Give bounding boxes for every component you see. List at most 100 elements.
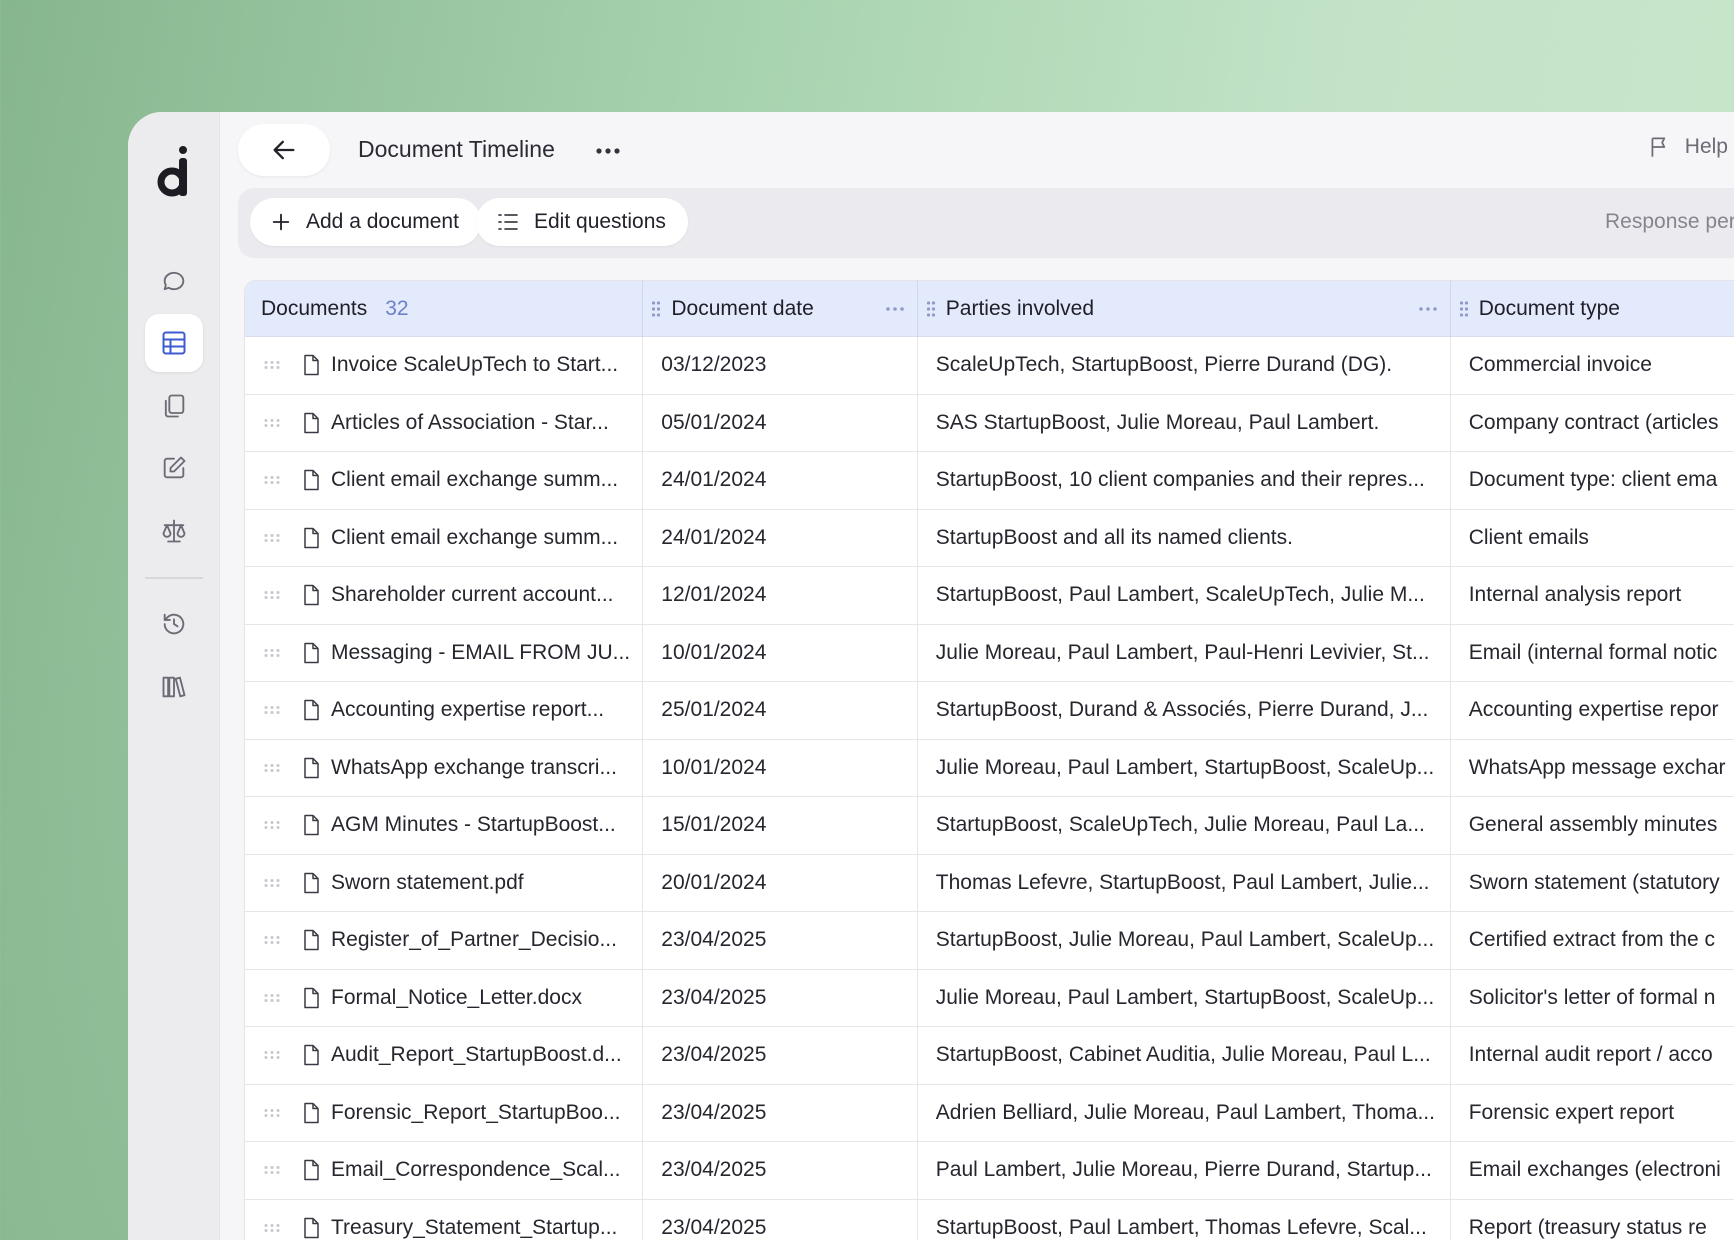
cell-document-type[interactable]: Forensic expert report <box>1451 1085 1734 1142</box>
column-drag-icon[interactable] <box>926 300 936 318</box>
cell-document-type[interactable]: General assembly minutes <box>1451 797 1734 854</box>
cell-document-date[interactable]: 23/04/2025 <box>643 1199 918 1240</box>
cell-document-name[interactable]: Shareholder current account... <box>245 567 644 624</box>
header-document-type[interactable]: Document type <box>1451 281 1734 337</box>
cell-document-date[interactable]: 10/01/2024 <box>643 624 918 681</box>
cell-document-type[interactable]: Client emails <box>1451 510 1734 567</box>
cell-document-type[interactable]: WhatsApp message exchar <box>1451 740 1734 797</box>
row-drag-icon[interactable] <box>263 418 281 428</box>
table-row[interactable]: Forensic_Report_StartupBoo... 23/04/2025… <box>245 1084 1734 1142</box>
cell-document-type[interactable]: Report (treasury status re <box>1451 1200 1734 1240</box>
cell-parties[interactable]: StartupBoost, Cabinet Auditia, Julie Mor… <box>918 1027 1451 1084</box>
cell-document-name[interactable]: Email_Correspondence_Scal... <box>245 1142 644 1199</box>
cell-document-type[interactable]: Certified extract from the c <box>1451 912 1734 969</box>
row-drag-icon[interactable] <box>263 935 281 945</box>
cell-document-date[interactable]: 23/04/2025 <box>643 912 918 969</box>
cell-parties[interactable]: Julie Moreau, Paul Lambert, StartupBoost… <box>918 969 1451 1026</box>
cell-document-date[interactable]: 03/12/2023 <box>643 337 918 394</box>
cell-document-name[interactable]: Client email exchange summ... <box>245 509 644 566</box>
cell-document-date[interactable]: 23/04/2025 <box>643 1027 918 1084</box>
cell-parties[interactable]: StartupBoost, ScaleUpTech, Julie Moreau,… <box>918 797 1451 854</box>
cell-document-name[interactable]: Audit_Report_StartupBoost.d... <box>245 1027 644 1084</box>
table-row[interactable]: Client email exchange summ... 24/01/2024… <box>245 452 1734 510</box>
table-row[interactable]: WhatsApp exchange transcri... 10/01/2024… <box>245 739 1734 797</box>
header-documents[interactable]: Documents 32 <box>245 281 644 337</box>
table-row[interactable]: Shareholder current account... 12/01/202… <box>245 567 1734 625</box>
cell-document-type[interactable]: Internal analysis report <box>1451 567 1734 624</box>
cell-document-name[interactable]: Messaging - EMAIL FROM JU... <box>245 624 644 681</box>
cell-parties[interactable]: Thomas Lefevre, StartupBoost, Paul Lambe… <box>918 854 1451 911</box>
header-parties-involved[interactable]: Parties involved <box>918 281 1451 337</box>
cell-parties[interactable]: StartupBoost, Paul Lambert, ScaleUpTech,… <box>918 567 1451 624</box>
row-drag-icon[interactable] <box>263 1165 281 1175</box>
cell-document-type[interactable]: Email (internal formal notic <box>1451 625 1734 682</box>
table-row[interactable]: Accounting expertise report... 25/01/202… <box>245 682 1734 740</box>
row-drag-icon[interactable] <box>263 1108 281 1118</box>
table-row[interactable]: Messaging - EMAIL FROM JU... 10/01/2024 … <box>245 624 1734 682</box>
row-drag-icon[interactable] <box>263 533 281 543</box>
cell-document-name[interactable]: Formal_Notice_Letter.docx <box>245 969 644 1026</box>
add-document-button[interactable]: Add a document <box>250 198 481 246</box>
cell-parties[interactable]: StartupBoost, Paul Lambert, Thomas Lefev… <box>918 1199 1451 1240</box>
row-drag-icon[interactable] <box>263 590 281 600</box>
cell-document-date[interactable]: 10/01/2024 <box>643 739 918 796</box>
cell-document-date[interactable]: 25/01/2024 <box>643 682 918 739</box>
row-drag-icon[interactable] <box>263 1050 281 1060</box>
cell-document-date[interactable]: 20/01/2024 <box>643 854 918 911</box>
rail-edit-button[interactable] <box>145 439 203 497</box>
cell-document-name[interactable]: Articles of Association - Star... <box>245 394 644 451</box>
cell-parties[interactable]: Julie Moreau, Paul Lambert, StartupBoost… <box>918 739 1451 796</box>
table-row[interactable]: Articles of Association - Star... 05/01/… <box>245 394 1734 452</box>
rail-documents-button[interactable] <box>145 377 203 435</box>
rail-chat-button[interactable] <box>145 252 203 310</box>
row-drag-icon[interactable] <box>263 360 281 370</box>
cell-parties[interactable]: Adrien Belliard, Julie Moreau, Paul Lamb… <box>918 1084 1451 1141</box>
cell-document-type[interactable]: Document type: client ema <box>1451 452 1734 509</box>
rail-library-button[interactable] <box>145 658 203 716</box>
cell-document-date[interactable]: 24/01/2024 <box>643 509 918 566</box>
cell-parties[interactable]: StartupBoost and all its named clients. <box>918 509 1451 566</box>
table-row[interactable]: Register_of_Partner_Decisio... 23/04/202… <box>245 912 1734 970</box>
row-drag-icon[interactable] <box>263 648 281 658</box>
cell-document-name[interactable]: Sworn statement.pdf <box>245 854 644 911</box>
cell-document-type[interactable]: Accounting expertise repor <box>1451 682 1734 739</box>
cell-document-type[interactable]: Company contract (articles <box>1451 395 1734 452</box>
cell-document-name[interactable]: Register_of_Partner_Decisio... <box>245 912 644 969</box>
table-row[interactable]: Email_Correspondence_Scal... 23/04/2025 … <box>245 1142 1734 1200</box>
cell-document-type[interactable]: Internal audit report / acco <box>1451 1027 1734 1084</box>
cell-document-name[interactable]: AGM Minutes - StartupBoost... <box>245 797 644 854</box>
cell-document-type[interactable]: Solicitor's letter of formal n <box>1451 970 1734 1027</box>
help-button[interactable]: Help <box>1647 134 1728 160</box>
table-row[interactable]: Invoice ScaleUpTech to Start... 03/12/20… <box>245 337 1734 395</box>
cell-document-date[interactable]: 24/01/2024 <box>643 452 918 509</box>
title-more-button[interactable] <box>592 138 624 164</box>
table-row[interactable]: Audit_Report_StartupBoost.d... 23/04/202… <box>245 1027 1734 1085</box>
table-row[interactable]: Treasury_Statement_Startup... 23/04/2025… <box>245 1199 1734 1240</box>
cell-parties[interactable]: SAS StartupBoost, Julie Moreau, Paul Lam… <box>918 394 1451 451</box>
cell-document-type[interactable]: Commercial invoice <box>1451 337 1734 394</box>
row-drag-icon[interactable] <box>263 763 281 773</box>
row-drag-icon[interactable] <box>263 820 281 830</box>
table-row[interactable]: Client email exchange summ... 24/01/2024… <box>245 509 1734 567</box>
cell-document-type[interactable]: Sworn statement (statutory <box>1451 855 1734 912</box>
cell-document-name[interactable]: WhatsApp exchange transcri... <box>245 739 644 796</box>
column-menu-icon[interactable] <box>885 297 905 327</box>
rail-history-button[interactable] <box>145 595 203 653</box>
cell-document-name[interactable]: Accounting expertise report... <box>245 682 644 739</box>
table-row[interactable]: AGM Minutes - StartupBoost... 15/01/2024… <box>245 797 1734 855</box>
cell-document-name[interactable]: Invoice ScaleUpTech to Start... <box>245 337 644 394</box>
row-drag-icon[interactable] <box>263 993 281 1003</box>
cell-parties[interactable]: Julie Moreau, Paul Lambert, Paul-Henri L… <box>918 624 1451 681</box>
cell-document-date[interactable]: 15/01/2024 <box>643 797 918 854</box>
cell-document-type[interactable]: Email exchanges (electroni <box>1451 1142 1734 1199</box>
cell-parties[interactable]: StartupBoost, 10 client companies and th… <box>918 452 1451 509</box>
cell-document-name[interactable]: Client email exchange summ... <box>245 452 644 509</box>
back-button[interactable] <box>238 124 330 176</box>
cell-document-date[interactable]: 23/04/2025 <box>643 1142 918 1199</box>
cell-document-date[interactable]: 05/01/2024 <box>643 394 918 451</box>
rail-table-button[interactable] <box>145 314 203 372</box>
row-drag-icon[interactable] <box>263 878 281 888</box>
row-drag-icon[interactable] <box>263 705 281 715</box>
row-drag-icon[interactable] <box>263 1223 281 1233</box>
cell-parties[interactable]: StartupBoost, Julie Moreau, Paul Lambert… <box>918 912 1451 969</box>
